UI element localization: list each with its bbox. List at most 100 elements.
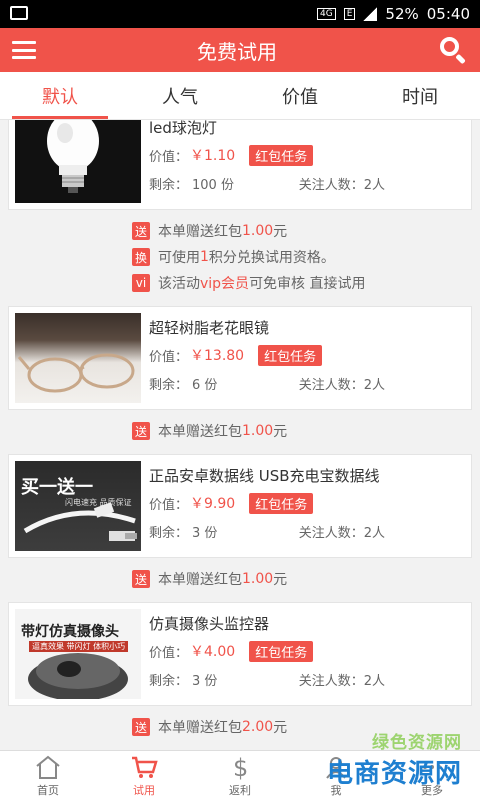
svg-text:$: $	[233, 754, 248, 780]
signal-icon	[363, 7, 378, 21]
nav-trial[interactable]: 试用	[96, 751, 192, 800]
product-price: ￥1.10	[190, 148, 236, 164]
extra-highlight: vip会员	[200, 276, 250, 292]
price-label: 价值：	[149, 497, 189, 513]
battery-level: 52%	[385, 5, 419, 23]
follow-label: 关注人数：	[298, 377, 364, 393]
item-extras: 送 本单赠送红包 1.00 元 换 可使用 1 积分兑换试用资格。 vi 该活动 vip会…	[0, 210, 480, 306]
page-title: 免费试用	[197, 39, 277, 64]
follow-label: 关注人数：	[298, 177, 364, 193]
extra-text: 本单赠送红包	[158, 720, 242, 736]
gift-tag: 送	[132, 718, 150, 736]
extra-text: 本单赠送红包	[158, 572, 242, 588]
red-packet-badge: 红包任务	[258, 344, 323, 366]
item-extras: 送 本单赠送红包 1.00 元	[0, 558, 480, 602]
remain-label: 剩余：	[149, 377, 189, 393]
extra-text: 元	[273, 224, 288, 240]
product-image	[15, 313, 141, 403]
extra-text: 该活动	[158, 276, 200, 292]
gift-tag: 送	[132, 570, 150, 588]
extra-highlight: 1.00	[242, 423, 274, 439]
extra-line: 送 本单赠送红包 1.00 元	[132, 566, 480, 592]
extra-highlight: 1	[200, 249, 209, 265]
network-4g: 4G	[317, 8, 336, 20]
extra-line: 送 本单赠送红包 1.00 元	[132, 218, 480, 244]
remain-label: 剩余：	[149, 177, 189, 193]
tab-value[interactable]: 价值	[240, 72, 360, 119]
nav-label: 首页	[37, 783, 59, 797]
follow-label: 关注人数：	[298, 525, 364, 541]
product-name[interactable]: 仿真摄像头监控器	[149, 611, 471, 637]
tab-default[interactable]: 默认	[0, 72, 120, 119]
nav-label: 返利	[229, 783, 251, 797]
remain-label: 剩余：	[149, 673, 189, 689]
follow-count: 2人	[363, 177, 385, 193]
item-extras: 送 本单赠送红包 1.00 元	[0, 410, 480, 454]
product-list[interactable]: led球泡灯 价值： ￥1.10 红包任务 剩余： 100 份 关注人数：2人 …	[0, 120, 480, 750]
price-label: 价值：	[149, 149, 189, 165]
price-label: 价值：	[149, 645, 189, 661]
extra-text: 元	[273, 424, 288, 440]
sort-tabs: 默认 人气 价值 时间	[0, 72, 480, 120]
product-card[interactable]: led球泡灯 价值： ￥1.10 红包任务 剩余： 100 份 关注人数：2人	[8, 120, 472, 210]
vip-tag: vi	[132, 274, 150, 292]
product-card[interactable]: 买一送一 闪电速充 品质保证 正品安卓数据线 USB充电宝数据线 价值： ￥9.…	[8, 454, 472, 558]
menu-icon[interactable]	[12, 41, 36, 59]
product-name[interactable]: 正品安卓数据线 USB充电宝数据线	[149, 463, 471, 489]
red-packet-badge: 红包任务	[249, 144, 314, 166]
extra-text: 本单赠送红包	[158, 224, 242, 240]
product-card[interactable]: 超轻树脂老花眼镜 价值： ￥13.80 红包任务 剩余： 6 份 关注人数：2人	[8, 306, 472, 410]
search-icon[interactable]	[438, 35, 468, 65]
remain-count: 3 份	[192, 525, 218, 541]
red-packet-badge: 红包任务	[249, 492, 314, 514]
product-name[interactable]: 超轻树脂老花眼镜	[149, 315, 471, 341]
gift-tag: 送	[132, 422, 150, 440]
extra-highlight: 1.00	[242, 223, 274, 239]
extra-text: 积分兑换试用资格。	[208, 250, 335, 266]
watermark: 绿色资源网 电商资源网	[327, 728, 462, 790]
remain-label: 剩余：	[149, 525, 189, 541]
product-image: 带灯仿真摄像头 逼真效果 带闪灯 体积小巧	[15, 609, 141, 699]
product-image: 买一送一 闪电速充 品质保证	[15, 461, 141, 551]
extra-line: 送 本单赠送红包 1.00 元	[132, 418, 480, 444]
nav-label: 试用	[133, 783, 155, 797]
extra-text: 本单赠送红包	[158, 424, 242, 440]
status-bar: 4G E 52% 05:40	[0, 0, 480, 28]
network-e: E	[343, 8, 356, 20]
home-icon	[36, 755, 60, 779]
product-price: ￥9.90	[190, 496, 236, 512]
app-header: 免费试用	[0, 28, 480, 72]
product-card[interactable]: 带灯仿真摄像头 逼真效果 带闪灯 体积小巧 仿真摄像头监控器 价值： ￥4.00…	[8, 602, 472, 706]
product-price: ￥13.80	[190, 348, 245, 364]
nav-home[interactable]: 首页	[0, 751, 96, 800]
product-image	[15, 120, 141, 203]
tab-popularity[interactable]: 人气	[120, 72, 240, 119]
watermark-line2: 电商资源网	[326, 759, 462, 789]
follow-count: 2人	[363, 673, 385, 689]
extra-text: 可使用	[158, 250, 200, 266]
watermark-line1: 绿色资源网	[372, 733, 462, 753]
extra-text: 可免审核 直接试用	[249, 276, 366, 292]
follow-count: 2人	[363, 525, 385, 541]
tab-time[interactable]: 时间	[360, 72, 480, 119]
follow-count: 2人	[363, 377, 385, 393]
remain-count: 3 份	[192, 673, 218, 689]
cart-icon	[132, 756, 158, 778]
extra-highlight: 2.00	[242, 719, 274, 735]
gift-tag: 送	[132, 222, 150, 240]
extra-text: 元	[273, 572, 288, 588]
price-label: 价值：	[149, 349, 189, 365]
product-name[interactable]: led球泡灯	[149, 120, 471, 141]
dollar-icon: $	[233, 754, 248, 780]
red-packet-badge: 红包任务	[249, 640, 314, 662]
extra-line: vi 该活动 vip会员 可免审核 直接试用	[132, 270, 480, 296]
extra-line: 换 可使用 1 积分兑换试用资格。	[132, 244, 480, 270]
nav-rebate[interactable]: $ 返利	[192, 751, 288, 800]
extra-highlight: 1.00	[242, 571, 274, 587]
exchange-tag: 换	[132, 248, 150, 266]
remain-count: 100 份	[192, 177, 234, 193]
extra-text: 元	[273, 720, 288, 736]
product-price: ￥4.00	[190, 644, 236, 660]
clock: 05:40	[426, 5, 470, 23]
follow-label: 关注人数：	[298, 673, 364, 689]
